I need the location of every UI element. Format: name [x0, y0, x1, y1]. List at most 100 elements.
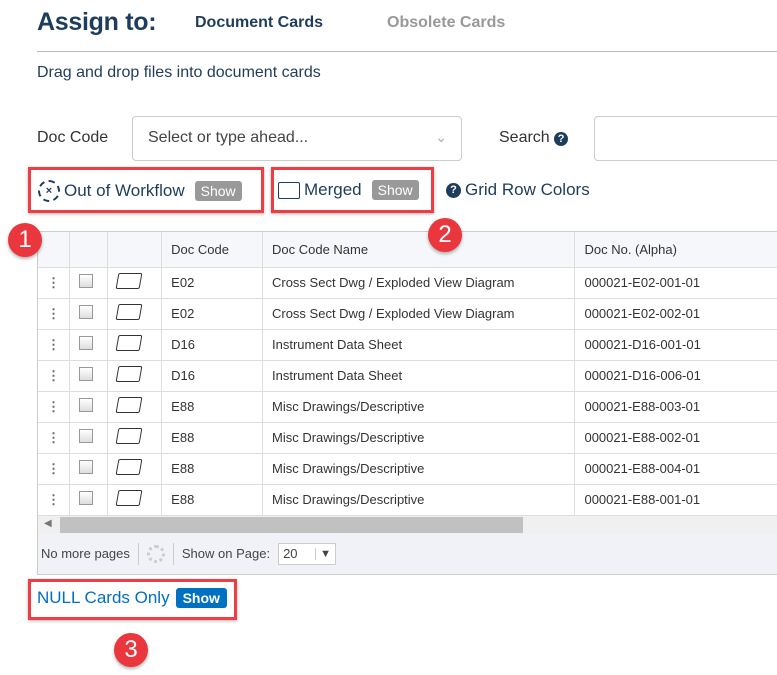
- doc-no-cell: 000021-E02-002-01: [574, 298, 777, 330]
- doc-no-cell: 000021-D16-006-01: [574, 360, 777, 392]
- folder-open-icon[interactable]: [115, 304, 143, 320]
- refresh-icon[interactable]: [146, 544, 165, 563]
- pager-status: No more pages: [41, 546, 130, 561]
- row-select-cell: [69, 360, 108, 392]
- doc-no-cell: 000021-E88-004-01: [574, 453, 777, 485]
- search-input[interactable]: [594, 116, 777, 161]
- doc-code-cell: E88: [161, 391, 263, 423]
- doc-code-name-cell: Misc Drawings/Descriptive: [262, 391, 576, 423]
- doc-no-cell: 000021-E88-003-01: [574, 391, 777, 423]
- out-of-workflow-icon: ×: [38, 180, 60, 202]
- row-checkbox[interactable]: [79, 429, 93, 443]
- col-doc-no[interactable]: Doc No. (Alpha): [574, 232, 777, 268]
- folder-open-icon[interactable]: [115, 366, 143, 382]
- chevron-down-icon: ▼: [315, 547, 335, 560]
- grid-header: Doc Code Doc Code Name Doc No. (Alpha): [38, 232, 777, 268]
- annotation-marker-2: 2: [428, 218, 462, 252]
- doc-code-name-cell: Cross Sect Dwg / Exploded View Diagram: [262, 298, 576, 330]
- doc-code-cell: D16: [161, 360, 263, 392]
- table-row[interactable]: ⋮ D16 Instrument Data Sheet 000021-D16-0…: [38, 360, 777, 392]
- row-menu-icon[interactable]: ⋮: [38, 329, 70, 361]
- merged-label: Merged: [304, 180, 362, 199]
- tab-obsolete-cards[interactable]: Obsolete Cards: [387, 14, 505, 32]
- table-row[interactable]: ⋮ E02 Cross Sect Dwg / Exploded View Dia…: [38, 298, 777, 330]
- row-select-cell: [69, 267, 108, 299]
- doc-code-select[interactable]: Select or type ahead... ⌄: [132, 116, 462, 161]
- doc-code-name-cell: Misc Drawings/Descriptive: [262, 453, 576, 485]
- row-menu-icon[interactable]: ⋮: [38, 267, 70, 299]
- table-row[interactable]: ⋮ D16 Instrument Data Sheet 000021-D16-0…: [38, 329, 777, 361]
- folder-open-icon[interactable]: [115, 335, 143, 351]
- row-menu-icon[interactable]: ⋮: [38, 391, 70, 423]
- page-size-label: Show on Page:: [181, 546, 271, 561]
- col-doc-code-name[interactable]: Doc Code Name: [262, 232, 576, 268]
- search-label: Search ?: [499, 129, 569, 147]
- doc-code-cell: E88: [161, 453, 263, 485]
- row-checkbox[interactable]: [79, 398, 93, 412]
- null-cards-show-button[interactable]: Show: [175, 588, 227, 608]
- drag-drop-hint: Drag and drop files into document cards: [37, 64, 321, 81]
- doc-code-label: Doc Code: [37, 129, 109, 146]
- row-select-cell: [69, 329, 108, 361]
- horizontal-scrollbar[interactable]: ◀: [38, 515, 777, 534]
- tab-document-cards[interactable]: Document Cards: [195, 14, 323, 32]
- search-label-text: Search: [499, 129, 550, 146]
- row-folder-cell: [107, 484, 163, 516]
- null-cards-filter[interactable]: NULL Cards Only Show: [37, 588, 227, 608]
- row-select-cell: [69, 484, 108, 516]
- scrollbar-thumb[interactable]: [60, 516, 523, 533]
- doc-no-cell: 000021-D16-001-01: [574, 329, 777, 361]
- folder-open-icon[interactable]: [115, 397, 143, 413]
- row-menu-icon[interactable]: ⋮: [38, 453, 70, 485]
- folder-open-icon[interactable]: [115, 490, 143, 506]
- row-select-cell: [69, 298, 108, 330]
- table-row[interactable]: ⋮ E88 Misc Drawings/Descriptive 000021-E…: [38, 484, 777, 516]
- doc-code-cell: E88: [161, 422, 263, 454]
- row-checkbox[interactable]: [79, 305, 93, 319]
- table-row[interactable]: ⋮ E88 Misc Drawings/Descriptive 000021-E…: [38, 391, 777, 423]
- scroll-left-icon[interactable]: ◀: [44, 518, 52, 529]
- merged-show-button[interactable]: Show: [371, 180, 419, 200]
- help-icon[interactable]: ?: [554, 132, 569, 146]
- table-row[interactable]: ⋮ E88 Misc Drawings/Descriptive 000021-E…: [38, 453, 777, 485]
- doc-code-name-cell: Instrument Data Sheet: [262, 329, 576, 361]
- doc-code-cell: E02: [161, 298, 263, 330]
- folder-open-icon[interactable]: [115, 459, 143, 475]
- row-menu-icon[interactable]: ⋮: [38, 484, 70, 516]
- row-checkbox[interactable]: [79, 460, 93, 474]
- row-folder-cell: [107, 267, 163, 299]
- folder-open-icon[interactable]: [115, 428, 143, 444]
- row-checkbox[interactable]: [79, 336, 93, 350]
- row-menu-icon[interactable]: ⋮: [38, 422, 70, 454]
- col-doc-code[interactable]: Doc Code: [161, 232, 263, 268]
- out-of-workflow-filter[interactable]: × Out of Workflow Show: [38, 180, 242, 202]
- table-row[interactable]: ⋮ E88 Misc Drawings/Descriptive 000021-E…: [38, 422, 777, 454]
- documents-grid: Doc Code Doc Code Name Doc No. (Alpha) ⋮…: [37, 231, 777, 575]
- row-checkbox[interactable]: [79, 491, 93, 505]
- doc-no-cell: 000021-E02-001-01: [574, 267, 777, 299]
- row-folder-cell: [107, 391, 163, 423]
- help-icon: ?: [446, 182, 461, 198]
- grid-footer: No more pages Show on Page: 20 ▼: [38, 533, 777, 574]
- row-menu-icon[interactable]: ⋮: [38, 360, 70, 392]
- col-select: [69, 232, 108, 268]
- doc-no-cell: 000021-E88-002-01: [574, 422, 777, 454]
- row-checkbox[interactable]: [79, 274, 93, 288]
- row-menu-icon[interactable]: ⋮: [38, 298, 70, 330]
- merged-filter[interactable]: Merged Show: [278, 180, 419, 200]
- folder-icon: [278, 181, 300, 199]
- row-select-cell: [69, 453, 108, 485]
- page-size-select[interactable]: 20 ▼: [278, 542, 337, 565]
- row-checkbox[interactable]: [79, 367, 93, 381]
- doc-code-cell: D16: [161, 329, 263, 361]
- out-of-workflow-show-button[interactable]: Show: [194, 181, 242, 201]
- grid-row-colors-link[interactable]: ? Grid Row Colors: [446, 180, 590, 200]
- folder-open-icon[interactable]: [115, 273, 143, 289]
- page-title: Assign to:: [37, 8, 157, 36]
- grid-row-colors-label: Grid Row Colors: [465, 180, 590, 199]
- row-folder-cell: [107, 422, 163, 454]
- col-menu: [38, 232, 70, 268]
- doc-code-cell: E88: [161, 484, 263, 516]
- doc-no-cell: 000021-E88-001-01: [574, 484, 777, 516]
- table-row[interactable]: ⋮ E02 Cross Sect Dwg / Exploded View Dia…: [38, 267, 777, 299]
